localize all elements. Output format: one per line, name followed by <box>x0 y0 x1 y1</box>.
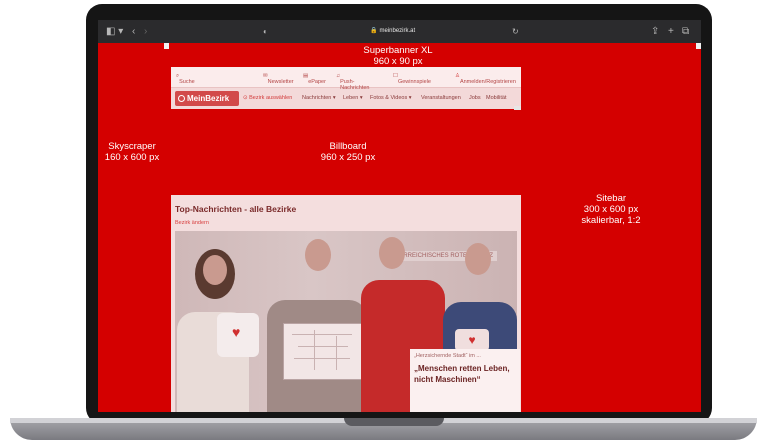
lock-icon: 🔒 <box>370 28 378 34</box>
nav-item-nachrichten[interactable]: Nachrichten ▾ <box>302 95 336 101</box>
sitebar-label: Sitebar 300 x 600 px skalierbar, 1:2 <box>566 193 656 226</box>
newsletter-label: Newsletter <box>267 79 294 85</box>
skyscraper-name: Skyscraper <box>108 141 156 152</box>
laptop-notch <box>344 418 444 426</box>
superbanner-label: Superbanner XL 960 x 90 px <box>288 45 508 67</box>
header-scroll-marker <box>514 106 521 110</box>
sitebar-size: 300 x 600 px <box>583 204 639 215</box>
newsletter-link[interactable]: ✉ Newsletter <box>263 73 294 85</box>
back-icon[interactable]: ‹ <box>132 26 135 37</box>
sitebar-note: skalierbar, 1:2 <box>581 215 641 226</box>
teaser-headline: „Menschen retten Leben, nicht Maschinen“ <box>414 364 510 384</box>
new-tab-icon[interactable]: + <box>668 26 674 37</box>
person-4-face <box>465 243 491 275</box>
sitebar-name: Sitebar <box>595 193 627 204</box>
logo-text: MeinBezirk <box>187 94 230 103</box>
nav-item-leben[interactable]: Leben ▾ <box>343 95 363 101</box>
nav-item-mobilitaet[interactable]: Mobilität <box>486 95 506 101</box>
header-nav-row: MeinBezirk ⊙ Bezirk auswählen Nachrichte… <box>171 88 521 109</box>
heart-icon: ♥ <box>232 324 241 340</box>
person-3-face <box>379 237 405 269</box>
laptop-screen: ◧ ▾ ‹ › ◐ 🔒 meinbezirk.at ↻ ⇪ + ⧉ Superba… <box>98 20 701 412</box>
sidebar-toggle-icon[interactable]: ◧ ▾ <box>106 26 123 37</box>
skyscraper-label: Skyscraper 160 x 600 px <box>98 141 166 163</box>
billboard-name: Billboard <box>329 141 367 152</box>
reload-icon[interactable]: ↻ <box>512 26 519 37</box>
search-label: Suche <box>179 79 195 85</box>
login-label: Anmelden/Registrieren <box>459 79 516 85</box>
logo-ring-icon <box>178 95 185 102</box>
nav-item-veranstaltungen[interactable]: Veranstaltungen <box>421 95 461 101</box>
person-2-face <box>305 239 331 271</box>
billboard-label: Billboard 960 x 250 px <box>288 141 408 163</box>
site-header: ⌕ Suche ✉ Newsletter ▤ ePaper ♫ Push-Nac… <box>171 67 521 109</box>
push-link[interactable]: ♫ Push-Nachrichten <box>336 73 369 91</box>
search-link[interactable]: ⌕ Suche <box>176 73 195 85</box>
section-title: Top-Nachrichten - alle Bezirke <box>175 204 297 214</box>
billboard-size: 960 x 250 px <box>320 152 376 163</box>
superbanner-name: Superbanner XL <box>363 45 433 56</box>
epaper-link[interactable]: ▤ ePaper <box>303 73 326 85</box>
laptop-base <box>10 418 757 440</box>
browser-toolbar: ◧ ▾ ‹ › ◐ 🔒 meinbezirk.at ↻ ⇪ + ⧉ <box>98 20 701 43</box>
share-icon[interactable]: ⇪ <box>651 26 659 37</box>
superbanner-corner-marker <box>696 43 701 49</box>
heart-badge-icon: ♥ <box>455 329 489 351</box>
nav-item-jobs[interactable]: Jobs <box>469 95 481 101</box>
person-1-face <box>203 255 227 285</box>
region-label: Bezirk auswählen <box>249 95 293 101</box>
change-district-link[interactable]: Bezirk ändern <box>175 220 209 226</box>
superbanner-size: 960 x 90 px <box>373 56 423 67</box>
login-link[interactable]: ♙ Anmelden/Registrieren <box>455 73 516 85</box>
defibrillator: ♥ <box>217 313 259 357</box>
address-bar[interactable]: 🔒 meinbezirk.at <box>370 27 415 34</box>
nav-item-fotos-videos[interactable]: Fotos & Videos ▾ <box>370 95 412 101</box>
forward-icon[interactable]: › <box>144 26 147 37</box>
skyscraper-size: 160 x 600 px <box>104 152 160 163</box>
region-selector[interactable]: ⊙ Bezirk auswählen <box>243 95 292 101</box>
gewinnspiele-link[interactable]: ☐ Gewinnspiele <box>393 73 431 85</box>
teaser-subtitle: „Herzsichernde Stadt“ im ... <box>414 353 481 359</box>
epaper-label: ePaper <box>308 79 326 85</box>
address-bar-url: meinbezirk.at <box>379 28 416 34</box>
site-logo[interactable]: MeinBezirk <box>175 91 239 106</box>
gewinnspiele-label: Gewinnspiele <box>397 79 431 85</box>
news-teaser-card[interactable]: „Herzsichernde Stadt“ im ... „Menschen r… <box>410 349 520 412</box>
header-top-row: ⌕ Suche ✉ Newsletter ▤ ePaper ♫ Push-Nac… <box>171 67 521 91</box>
plan-document <box>283 323 365 380</box>
tab-overview-icon[interactable]: ⧉ <box>682 26 689 37</box>
superbanner-corner-marker <box>164 43 169 49</box>
privacy-shield-icon[interactable]: ◐ <box>263 26 268 37</box>
